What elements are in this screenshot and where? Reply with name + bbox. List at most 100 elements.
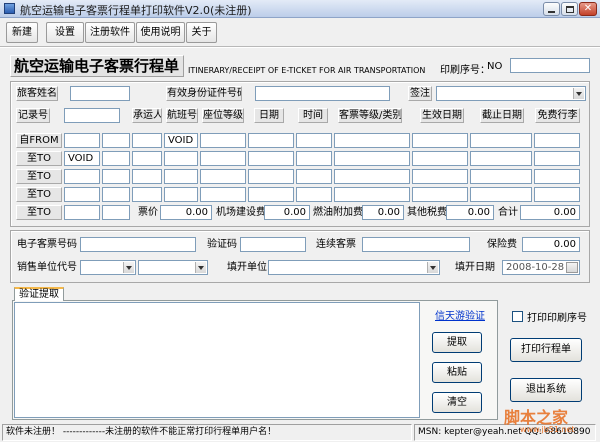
segment-code-field[interactable] xyxy=(102,169,130,184)
segment-fare-basis-field[interactable] xyxy=(334,169,410,184)
segment-fare-basis-field[interactable] xyxy=(334,187,410,202)
segment-flight-field[interactable]: VOID xyxy=(164,133,198,148)
segment-valid-to-field[interactable] xyxy=(470,169,532,184)
segment-flight-field[interactable] xyxy=(164,169,198,184)
about-button[interactable]: 关于 xyxy=(186,22,217,43)
help-button[interactable]: 使用说明 xyxy=(136,22,185,43)
tab-extract[interactable]: 验证提取 xyxy=(14,287,64,301)
segment-valid-to-field[interactable] xyxy=(470,151,532,166)
issuer-select[interactable] xyxy=(268,260,440,275)
conjunction-label: 连续客票 xyxy=(316,239,356,250)
segment-valid-to-field[interactable] xyxy=(470,133,532,148)
maximize-icon xyxy=(566,6,574,13)
segment-valid-from-field[interactable] xyxy=(412,187,468,202)
new-button[interactable]: 新建 xyxy=(6,22,38,43)
segment-seat-field[interactable] xyxy=(200,133,246,148)
close-button[interactable]: ✕ xyxy=(579,2,597,16)
chevron-down-icon[interactable] xyxy=(123,262,134,273)
segment-city-field[interactable] xyxy=(64,133,100,148)
segment-flight-field[interactable] xyxy=(164,187,198,202)
insurance-field[interactable]: 0.00 xyxy=(522,237,580,252)
segment-valid-from-field[interactable] xyxy=(412,133,468,148)
segment-city-field[interactable] xyxy=(64,187,100,202)
other-tax-field[interactable]: 0.00 xyxy=(446,205,494,220)
segment-carrier-field[interactable] xyxy=(132,133,162,148)
agent-name-select[interactable] xyxy=(138,260,208,275)
segment-date-field[interactable] xyxy=(248,169,294,184)
verify-code-label: 验证码 xyxy=(207,239,237,250)
chevron-down-icon[interactable] xyxy=(427,262,438,273)
issue-date-picker[interactable]: 2008-10-28 xyxy=(502,260,580,275)
segment-baggage-field[interactable] xyxy=(534,169,580,184)
paste-button[interactable]: 粘贴 xyxy=(432,362,482,383)
chevron-down-icon[interactable] xyxy=(573,88,584,99)
passenger-name-field[interactable] xyxy=(70,86,130,101)
chevron-down-icon[interactable] xyxy=(195,262,206,273)
segment-valid-from-field[interactable] xyxy=(412,151,468,166)
segment-baggage-field[interactable] xyxy=(534,187,580,202)
segment-time-field[interactable] xyxy=(296,151,332,166)
segment-baggage-field[interactable] xyxy=(534,133,580,148)
calendar-icon[interactable] xyxy=(566,262,578,273)
segment-city-field[interactable] xyxy=(64,169,100,184)
conjunction-field[interactable] xyxy=(362,237,470,252)
segment-code-field[interactable] xyxy=(102,151,130,166)
verify-code-field[interactable] xyxy=(240,237,306,252)
segment-flight-field[interactable] xyxy=(164,151,198,166)
fare-label: 票价 xyxy=(138,207,158,218)
minimize-button[interactable] xyxy=(543,2,560,16)
settings-button[interactable]: 设置 xyxy=(46,22,84,43)
fetch-button[interactable]: 提取 xyxy=(432,332,482,353)
fuel-surcharge-field[interactable]: 0.00 xyxy=(362,205,404,220)
segment-date-field[interactable] xyxy=(248,133,294,148)
segment-label: 至TO xyxy=(16,169,62,184)
segment-code-field[interactable] xyxy=(102,187,130,202)
register-button[interactable]: 注册软件 xyxy=(85,22,135,43)
status-message: 软件未注册！ -------------未注册的软件不能正常打印行程单用户名！ xyxy=(2,424,412,441)
segment-time-field[interactable] xyxy=(296,133,332,148)
eticket-field[interactable] xyxy=(80,237,196,252)
segment-fare-basis-field[interactable] xyxy=(334,151,410,166)
segment-seat-field[interactable] xyxy=(200,151,246,166)
segment-seat-field[interactable] xyxy=(200,169,246,184)
travelsky-verify-link[interactable]: 信天游验证 xyxy=(435,307,485,322)
segment-carrier-field[interactable] xyxy=(132,151,162,166)
segment-code-field[interactable] xyxy=(102,133,130,148)
id-number-field[interactable] xyxy=(255,86,390,101)
airport-tax-field[interactable]: 0.00 xyxy=(264,205,310,220)
segment-label: 至TO xyxy=(16,187,62,202)
print-serial-checkbox[interactable] xyxy=(512,311,523,322)
issue-date-value: 2008-10-28 xyxy=(506,262,565,273)
segment-code-field[interactable] xyxy=(102,205,130,220)
app-window: 航空运输电子客票行程单打印软件V2.0(未注册) ✕ 新建 设置 注册软件 使用… xyxy=(0,0,600,442)
segment-valid-from-field[interactable] xyxy=(412,169,468,184)
segment-date-field[interactable] xyxy=(248,151,294,166)
extract-textarea[interactable] xyxy=(14,302,420,418)
insurance-label: 保险费 xyxy=(487,239,517,250)
segment-carrier-field[interactable] xyxy=(132,169,162,184)
serial-input[interactable] xyxy=(510,58,590,73)
segment-valid-to-field[interactable] xyxy=(470,187,532,202)
segment-city-field[interactable] xyxy=(64,205,100,220)
fare-field[interactable]: 0.00 xyxy=(160,205,212,220)
clear-button[interactable]: 清空 xyxy=(432,392,482,413)
maximize-button[interactable] xyxy=(561,2,578,16)
segment-fare-basis-field[interactable] xyxy=(334,133,410,148)
segment-time-field[interactable] xyxy=(296,169,332,184)
fare-basis-header: 客票等级/类别 xyxy=(338,108,402,123)
endorsement-select[interactable] xyxy=(436,86,586,101)
segment-baggage-field[interactable] xyxy=(534,151,580,166)
segment-carrier-field[interactable] xyxy=(132,187,162,202)
exit-button[interactable]: 退出系统 xyxy=(510,378,582,402)
total-field[interactable]: 0.00 xyxy=(520,205,580,220)
segment-time-field[interactable] xyxy=(296,187,332,202)
segment-date-field[interactable] xyxy=(248,187,294,202)
eticket-label: 电子客票号码 xyxy=(17,239,77,250)
segment-city-field[interactable]: VOID xyxy=(64,151,100,166)
print-serial-label[interactable]: 打印印刷序号 xyxy=(527,309,587,324)
agent-code-select[interactable] xyxy=(80,260,136,275)
record-no-label: 记录号 xyxy=(16,108,50,123)
record-no-field[interactable] xyxy=(64,108,120,123)
segment-seat-field[interactable] xyxy=(200,187,246,202)
print-itinerary-button[interactable]: 打印行程单 xyxy=(510,338,582,362)
